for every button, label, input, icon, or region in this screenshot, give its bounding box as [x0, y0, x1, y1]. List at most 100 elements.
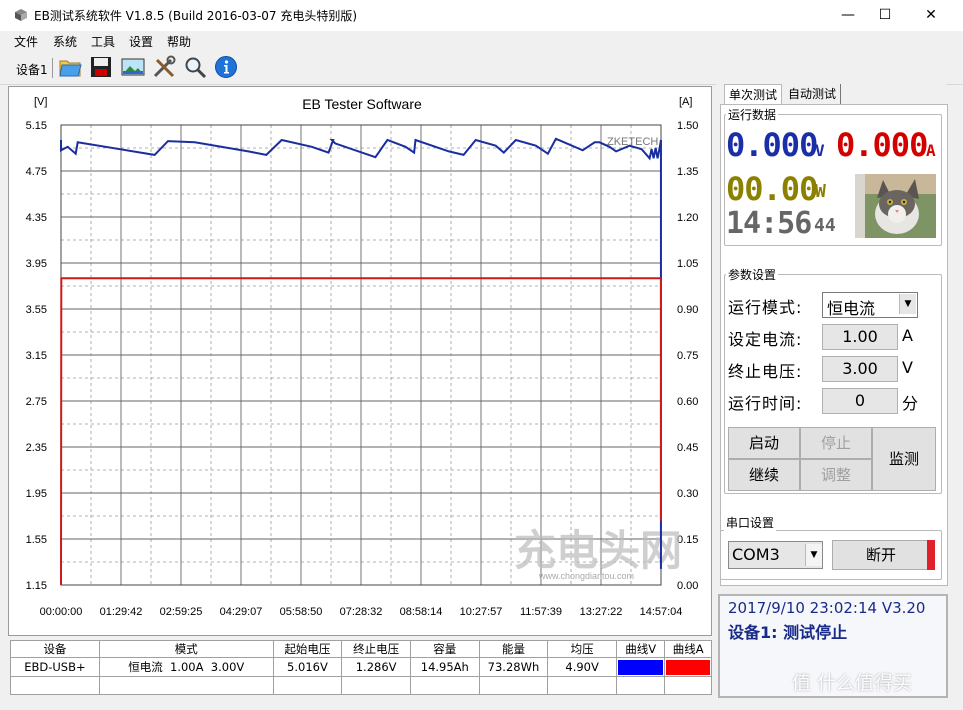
- y-right-tick-label: 1.20: [677, 212, 698, 224]
- app-icon: [15, 9, 27, 21]
- current-set-unit: A: [902, 326, 914, 345]
- window-title: EB测试系统软件 V1.8.5 (Build 2016-03-07 充电头特别版…: [34, 9, 358, 23]
- tab-auto-test[interactable]: 自动测试: [784, 84, 842, 104]
- table-header: 能量: [478, 640, 549, 658]
- table-header: 曲线A: [664, 640, 712, 658]
- port-select[interactable]: COM3 ▼: [728, 541, 823, 569]
- mode-label: 运行模式:: [728, 298, 803, 317]
- menu-system[interactable]: 系统: [53, 33, 77, 50]
- table-cell-mode: 恒电流 1.00A 3.00V: [98, 657, 274, 677]
- adjust-button[interactable]: 调整: [800, 459, 872, 491]
- table-row[interactable]: [10, 676, 712, 695]
- info-icon[interactable]: [214, 55, 238, 79]
- voltage-display: 0.000: [726, 126, 818, 164]
- right-panel: 单次测试 自动测试 运行数据 0.000 V 0.000 A 00.00 W 1…: [716, 84, 948, 704]
- summary-table: 设备 模式 起始电压 终止电压 容量 能量 均压 曲线V 曲线A EBD-USB…: [10, 640, 712, 695]
- power-unit: W: [815, 181, 826, 202]
- connection-indicator: [927, 540, 935, 570]
- tab-single-test[interactable]: 单次测试: [724, 84, 783, 105]
- save-icon[interactable]: [89, 55, 113, 79]
- current-set-label: 设定电流:: [728, 330, 803, 349]
- status-timestamp: 2017/9/10 23:02:14 V3.20: [728, 599, 926, 617]
- start-button[interactable]: 启动: [728, 427, 800, 459]
- table-header-row: 设备 模式 起始电压 终止电压 容量 能量 均压 曲线V 曲线A: [10, 640, 712, 658]
- y-right-tick-label: 1.05: [677, 258, 698, 270]
- table-cell-end-voltage: 1.286V: [341, 657, 411, 677]
- title-bar: EB测试系统软件 V1.8.5 (Build 2016-03-07 充电头特别版…: [0, 0, 963, 32]
- stop-button[interactable]: 停止: [800, 427, 872, 459]
- mode-select[interactable]: 恒电流 ▼: [822, 292, 918, 318]
- mode-select-value: 恒电流: [827, 299, 876, 318]
- curve-a-color[interactable]: [664, 657, 712, 677]
- y-left-tick-label: 1.15: [26, 580, 47, 592]
- cutoff-voltage-label: 终止电压:: [728, 362, 803, 381]
- table-header: 曲线V: [615, 640, 666, 658]
- left-axis-unit: [V]: [34, 96, 47, 108]
- x-tick-label: 02:59:25: [160, 606, 203, 618]
- table-cell-empty: [98, 676, 274, 695]
- disconnect-button[interactable]: 断开: [832, 540, 930, 570]
- menu-help[interactable]: 帮助: [167, 33, 191, 50]
- cutoff-voltage-unit: V: [902, 358, 914, 377]
- menu-file[interactable]: 文件: [14, 33, 38, 50]
- maximize-button[interactable]: ☐: [862, 0, 908, 31]
- x-tick-label: 07:28:32: [340, 606, 383, 618]
- close-button[interactable]: ✕: [908, 0, 954, 31]
- brand-url: www.chongdiantou.com: [538, 571, 634, 581]
- x-tick-label: 13:27:22: [580, 606, 623, 618]
- curve-v-color[interactable]: [615, 657, 666, 677]
- chart-grid: [60, 124, 662, 586]
- y-right-tick-label: 0.75: [677, 350, 698, 362]
- current-set-field[interactable]: 1.00: [822, 324, 898, 350]
- table-cell-capacity: 14.95Ah: [409, 657, 480, 677]
- table-row[interactable]: EBD-USB+ 恒电流 1.00A 3.00V 5.016V 1.286V 1…: [10, 657, 712, 677]
- x-tick-label: 04:29:07: [220, 606, 263, 618]
- chevron-down-icon[interactable]: ▼: [805, 544, 822, 566]
- serial-title: 串口设置: [724, 514, 777, 531]
- image-icon[interactable]: [121, 55, 145, 79]
- chart-panel: 5.15 4.75 4.35 3.95 3.55 3.15 2.75 2.35 1.95 1.55…: [8, 86, 712, 636]
- status-message: 设备1: 测试停止: [728, 623, 848, 642]
- table-header: 终止电压: [341, 640, 411, 658]
- table-header: 容量: [409, 640, 480, 658]
- table-header: 设备: [10, 640, 100, 658]
- run-time-field[interactable]: 0: [822, 388, 898, 414]
- chart: 5.15 4.75 4.35 3.95 3.55 3.15 2.75 2.35 1.95 1.55…: [26, 96, 699, 618]
- run-time-unit: 分: [902, 394, 920, 413]
- y-left-tick-label: 3.55: [26, 304, 47, 316]
- tools-icon[interactable]: [152, 55, 176, 79]
- y-right-tick-label: 0.45: [677, 442, 698, 454]
- search-icon[interactable]: [183, 55, 207, 79]
- table-header: 起始电压: [272, 640, 343, 658]
- current-unit: A: [926, 141, 936, 160]
- current-display: 0.000: [836, 126, 928, 164]
- table-cell-empty: [341, 676, 411, 695]
- right-axis-unit: [A]: [679, 96, 692, 108]
- menu-tools[interactable]: 工具: [91, 33, 115, 50]
- y-right-tick-label: 0.00: [677, 580, 698, 592]
- monitor-button[interactable]: 监测: [872, 427, 936, 491]
- x-tick-label: 01:29:42: [100, 606, 143, 618]
- x-tick-label: 08:58:14: [400, 606, 443, 618]
- y-right-tick-label: 1.35: [677, 166, 698, 178]
- cutoff-voltage-field[interactable]: 3.00: [822, 356, 898, 382]
- y-left-tick-label: 3.15: [26, 350, 47, 362]
- y-right-tick-label: 0.30: [677, 488, 698, 500]
- chevron-down-icon[interactable]: ▼: [899, 294, 916, 314]
- table-cell-empty: [10, 676, 100, 695]
- clock-seconds: 44: [814, 215, 836, 236]
- table-header: 模式: [98, 640, 274, 658]
- menu-bar: 文件 系统 工具 设置 帮助: [0, 31, 963, 52]
- menu-settings[interactable]: 设置: [129, 33, 153, 50]
- continue-button[interactable]: 继续: [728, 459, 800, 491]
- y-left-tick-label: 1.55: [26, 534, 47, 546]
- table-cell-energy: 73.28Wh: [478, 657, 549, 677]
- y-right-tick-label: 1.50: [677, 120, 698, 132]
- table-cell-start-voltage: 5.016V: [272, 657, 343, 677]
- table-cell-empty: [409, 676, 480, 695]
- folder-icon[interactable]: [58, 55, 82, 79]
- table-header: 均压: [547, 640, 617, 658]
- toolbar-divider: [52, 58, 53, 78]
- clock-display: 14:56: [726, 206, 812, 241]
- x-tick-label: 11:57:39: [520, 606, 562, 618]
